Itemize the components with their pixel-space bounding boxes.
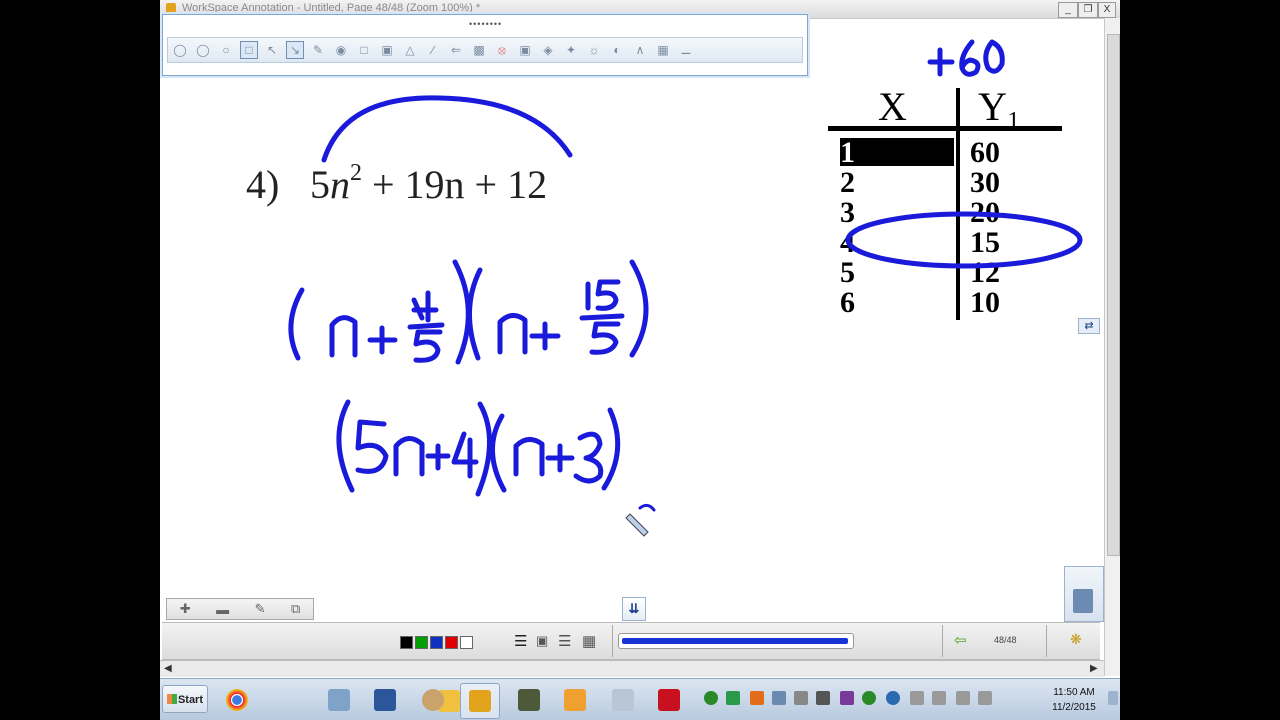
table-row-y: 60	[970, 136, 1000, 169]
previous-page-icon[interactable]: ⇦	[954, 631, 967, 649]
scroll-left-icon[interactable]: ◀	[164, 663, 172, 674]
line-width-icon[interactable]: ☰	[514, 632, 527, 650]
blogger-icon[interactable]	[750, 691, 764, 705]
show-desktop-button[interactable]	[1108, 691, 1118, 705]
windows-logo-icon	[167, 694, 177, 704]
ink-highlight-circle	[845, 211, 1083, 269]
table-row-x: 5	[840, 256, 855, 289]
clock-date: 11/2/2015	[1052, 702, 1096, 713]
acrobat-icon[interactable]	[650, 683, 688, 717]
page-progress-bar[interactable]	[618, 633, 854, 649]
col-y-header: Y₁	[978, 84, 1021, 129]
taskbar: Start 11:50 AM 11/2/2015	[160, 678, 1120, 720]
vertical-scrollbar[interactable]	[1104, 18, 1120, 676]
duplicate-page-icon[interactable]: ⧉	[291, 601, 300, 617]
side-panel-icon	[1073, 589, 1093, 613]
tray-browser-icon[interactable]	[886, 691, 900, 705]
bottom-toolbar: ☰ ▣ ☰ ▦ ⇦ 48/48 ❋	[162, 622, 1100, 660]
volume-icon[interactable]	[978, 691, 992, 705]
ink-arc	[321, 95, 573, 163]
table-divider	[956, 88, 960, 320]
word-icon[interactable]	[366, 683, 404, 717]
table-row-x: 3	[840, 196, 855, 229]
network-tray-icon[interactable]	[772, 691, 786, 705]
minecraft-icon[interactable]	[510, 683, 548, 717]
start-button[interactable]: Start	[162, 685, 208, 713]
tray-sync-icon[interactable]	[862, 691, 876, 705]
side-panel-button[interactable]	[1064, 566, 1104, 622]
table-row-y: 12	[970, 256, 1000, 289]
app-window: WorkSpace Annotation - Untitled, Page 48…	[160, 0, 1120, 720]
calc-table: X Y₁ 1 602 303 204 155 126 10	[828, 39, 1083, 320]
tray-workspace-icon[interactable]	[816, 691, 830, 705]
ink-ac-product	[927, 39, 1005, 77]
color-swatch[interactable]	[415, 636, 428, 649]
table-header-line	[828, 126, 1062, 131]
table-row-y: 10	[970, 286, 1000, 319]
color-swatch[interactable]	[460, 636, 473, 649]
transparency-icon[interactable]: ▦	[582, 632, 596, 650]
outlook-icon[interactable]	[556, 683, 594, 717]
table-row-x: 2	[840, 166, 855, 199]
signal-icon[interactable]	[956, 691, 970, 705]
notepad-icon[interactable]	[320, 683, 358, 717]
chrome-icon[interactable]	[218, 683, 256, 717]
drive-icon[interactable]	[726, 691, 740, 705]
page-controls: ✚ ▬ ✎ ⧉	[166, 598, 314, 620]
pen-cursor-icon	[625, 503, 656, 537]
line-style-icon[interactable]: ☰	[558, 632, 571, 650]
remove-page-icon[interactable]: ▬	[216, 602, 229, 617]
problem-expression: 5n2 + 19n + 12	[310, 160, 547, 207]
color-swatch[interactable]	[430, 636, 443, 649]
calculator-app-icon[interactable]	[604, 683, 642, 717]
color-swatch[interactable]	[445, 636, 458, 649]
vertical-scroll-thumb[interactable]	[1107, 34, 1120, 556]
problem-coef: 5	[310, 162, 330, 207]
table-cursor-cell	[840, 138, 954, 166]
page-count: 48/48	[994, 635, 1017, 645]
ink-factor-step2	[336, 399, 621, 497]
flag-icon[interactable]	[910, 691, 924, 705]
paint-icon[interactable]	[414, 683, 452, 717]
color-swatch[interactable]	[400, 636, 413, 649]
clock-time: 11:50 AM	[1053, 687, 1095, 698]
problem-exp: 2	[350, 160, 362, 186]
table-row-x: 6	[840, 286, 855, 319]
system-clock[interactable]: 11:50 AM 11/2/2015	[1044, 685, 1104, 715]
problem-var: n	[330, 162, 350, 207]
table-row-y: 30	[970, 166, 1000, 199]
onenote-icon[interactable]	[840, 691, 854, 705]
edit-page-icon[interactable]: ✎	[255, 601, 266, 617]
workspace-icon[interactable]	[460, 683, 500, 719]
settings-icon[interactable]: ❋	[1070, 631, 1082, 648]
scroll-right-icon[interactable]: ▶	[1090, 663, 1098, 674]
scroll-down-button[interactable]: ⇊	[622, 597, 646, 621]
problem-number: 4)	[246, 162, 279, 207]
problem-rest: + 19n + 12	[372, 162, 547, 207]
page-progress-fill	[622, 638, 848, 644]
col-x-header: X	[878, 84, 907, 129]
table-row-y: 15	[970, 226, 1000, 259]
tray-device-icon[interactable]	[932, 691, 946, 705]
table-row-x: 1	[840, 136, 855, 169]
tray-app-icon[interactable]	[704, 691, 718, 705]
start-label: Start	[177, 694, 203, 706]
add-page-icon[interactable]: ✚	[180, 601, 191, 617]
table-next-button[interactable]: ⇄	[1078, 318, 1100, 334]
ink-factor-step1	[288, 259, 649, 365]
tray-tool-icon[interactable]	[794, 691, 808, 705]
horizontal-scrollbar[interactable]: ◀ ▶	[160, 660, 1104, 677]
pen-style-icon[interactable]: ▣	[536, 633, 548, 649]
